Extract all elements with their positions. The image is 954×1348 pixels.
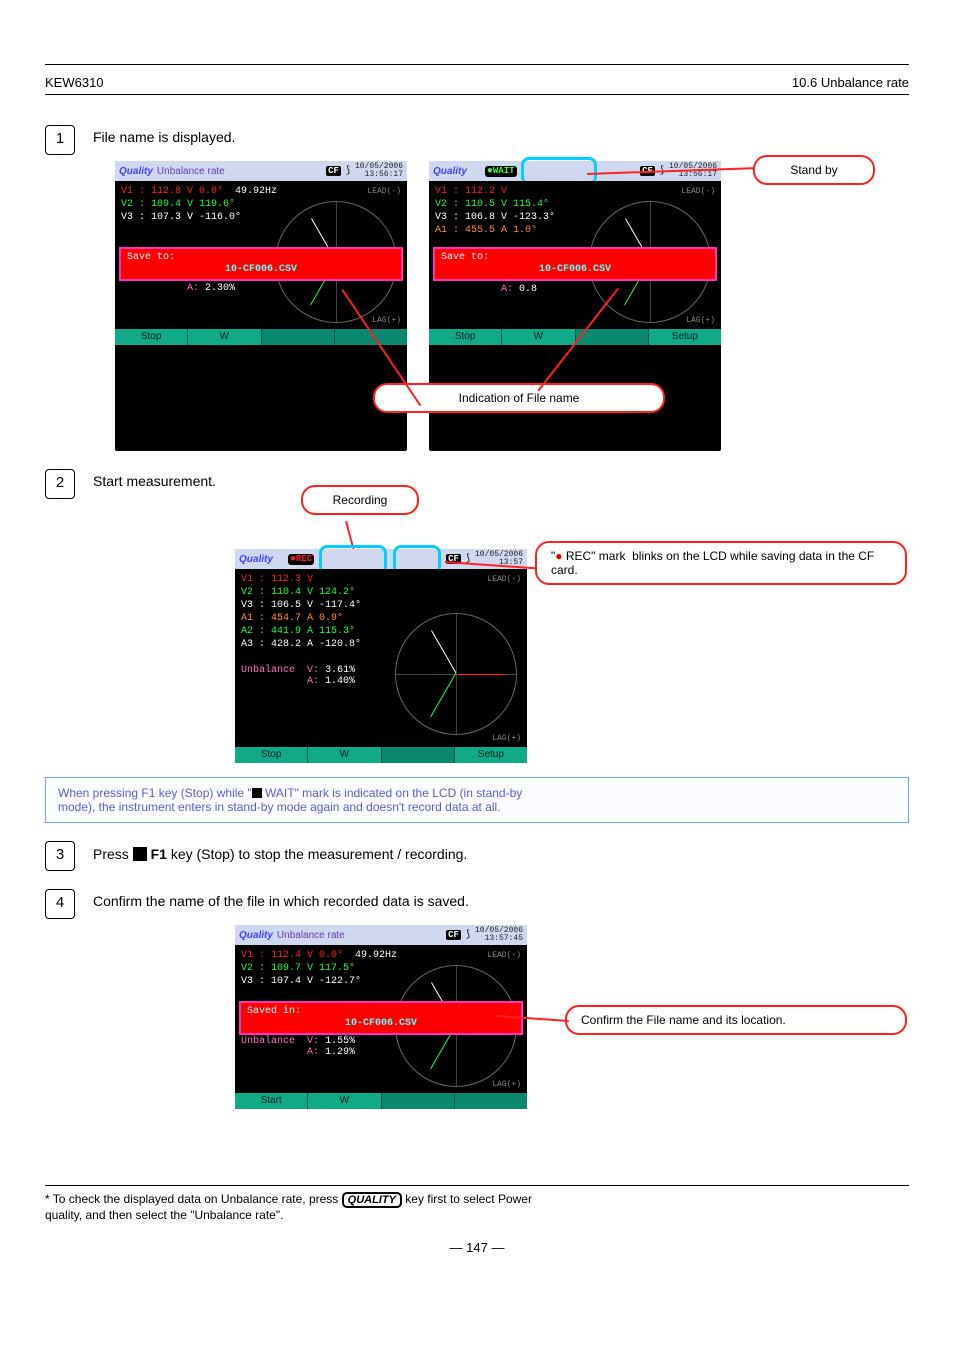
square-icon [252, 788, 262, 798]
softkey-stop[interactable]: Stop [429, 329, 502, 345]
header-left: KEW6310 [45, 75, 104, 90]
info-box: When pressing F1 key (Stop) while " WAIT… [45, 777, 909, 823]
save-banner: Save to: 10-CF006.CSV [119, 247, 403, 281]
softkey-setup[interactable]: Setup [649, 329, 721, 345]
softkeys: Stop W [115, 329, 407, 345]
softkey-stop[interactable]: Stop [115, 329, 188, 345]
device-logo: Quality [119, 166, 153, 177]
header-right: 10.6 Unbalance rate [792, 75, 909, 90]
softkey-w[interactable]: W [188, 329, 261, 345]
save-banner: Save to: 10-CF006.CSV [433, 247, 717, 281]
softkey-start[interactable]: Start [235, 1093, 308, 1109]
callout-standby: Stand by [753, 155, 875, 185]
quality-key-icon: QUALITY [342, 1192, 402, 1208]
wait-indicator: ●WAIT [485, 166, 517, 177]
antenna-icon: ⟆ [465, 929, 471, 941]
device-title: Unbalance rate [157, 166, 322, 177]
softkey-w[interactable]: W [502, 329, 575, 345]
page-header: KEW6310 10.6 Unbalance rate [45, 75, 909, 90]
page-number: ― 147 ― [45, 1240, 909, 1255]
cf-chip: CF [326, 166, 341, 176]
lead-label: LEAD(-) [367, 187, 401, 196]
saved-banner: Saved in: 10-CF006.CSV [239, 1001, 523, 1035]
step-text-1: File name is displayed. [93, 125, 235, 145]
softkey-setup[interactable]: Setup [455, 747, 527, 763]
step-2: 2 Start measurement. [45, 469, 909, 499]
device-timestamp: 10/05/200613:56:17 [355, 163, 403, 179]
softkey-w[interactable]: W [308, 747, 381, 763]
lag-label: LAG(+) [372, 316, 401, 325]
callout-rec-long: "● REC" mark blinks on the LCD while sav… [535, 541, 907, 585]
square-icon [133, 847, 147, 861]
softkey-w[interactable]: W [308, 1093, 381, 1109]
callout-recording-small: Recording [301, 485, 419, 515]
step-3: 3 Press F1 key (Stop) to stop the measur… [45, 841, 909, 871]
device-shot-c: Quality ●REC CF ⟆ 10/05/200613:57 LEAD(-… [235, 549, 527, 763]
step-4: 4 Confirm the name of the file in which … [45, 889, 909, 919]
page-footer: * To check the displayed data on Unbalan… [45, 1186, 909, 1222]
softkey-stop[interactable]: Stop [235, 747, 308, 763]
antenna-icon: ⟆ [345, 165, 351, 177]
step-1: 1 File name is displayed. [45, 125, 909, 155]
device-shot-d: Quality Unbalance rate CF ⟆ 10/05/200613… [235, 925, 527, 1109]
rec-indicator: ●REC [288, 554, 314, 565]
device-shot-a: Quality Unbalance rate CF ⟆ 10/05/200613… [115, 161, 407, 451]
callout-result: Confirm the File name and its location. [565, 1005, 907, 1035]
step-number-1: 1 [45, 125, 75, 155]
